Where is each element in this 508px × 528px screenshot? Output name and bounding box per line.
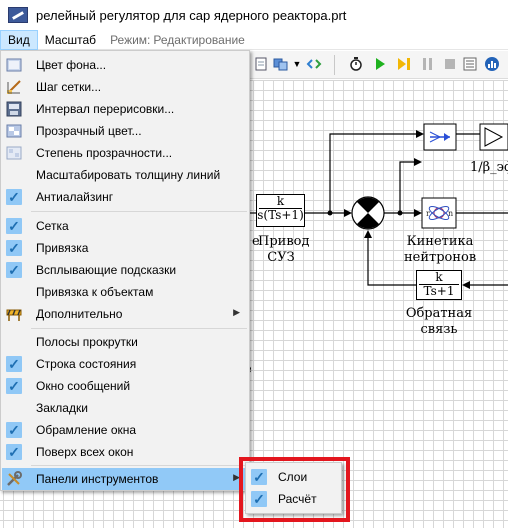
menu-item-label: Строка состояния xyxy=(36,357,137,371)
menu-item-redraw-interval[interactable]: Интервал перерисовки... xyxy=(2,98,248,120)
menu-item-message-window[interactable]: ✓ Окно сообщений xyxy=(2,375,248,397)
pause-icon[interactable] xyxy=(420,56,436,72)
step-icon[interactable] xyxy=(396,56,412,72)
menu-item-label: Сетка xyxy=(36,219,69,233)
link-icon[interactable] xyxy=(306,56,322,72)
menu-item-toolbars[interactable]: Панели инструментов ▶ xyxy=(2,468,248,490)
drive-denominator: s(Ts+1) xyxy=(257,208,304,222)
menu-item-label: Привязка xyxy=(36,241,89,255)
mode-value[interactable]: Редактирование xyxy=(153,30,251,50)
feedback-label-1: Обратная xyxy=(405,306,473,321)
menu-item-bookmarks[interactable]: Закладки xyxy=(2,397,248,419)
menu-item-snap[interactable]: ✓ Привязка xyxy=(2,237,248,259)
menu-item-label: Поверх всех окон xyxy=(36,445,134,459)
mode-label: Режим: xyxy=(110,32,151,47)
menu-item-transparent-color[interactable]: Прозрачный цвет... xyxy=(2,120,248,142)
app-icon xyxy=(8,7,28,23)
menu-item-grid[interactable]: ✓ Сетка xyxy=(2,215,248,237)
menu-item-snap-to-objects[interactable]: Привязка к объектам xyxy=(2,281,248,303)
stop-icon[interactable] xyxy=(442,56,458,72)
run-icon[interactable] xyxy=(372,56,388,72)
menu-item-label: Закладки xyxy=(36,401,88,415)
drive-label-1: Привод xyxy=(258,234,310,249)
menu-item-label: Окно сообщений xyxy=(36,379,131,393)
check-icon: ✓ xyxy=(6,444,22,460)
check-icon: ✓ xyxy=(6,262,22,278)
redraw-icon xyxy=(6,101,22,117)
menu-bar: Вид Масштаб Режим: Редактирование xyxy=(0,29,508,50)
submenu-arrow-icon: ▶ xyxy=(233,307,240,317)
menu-item-background-color[interactable]: Цвет фона... xyxy=(2,54,248,76)
menu-item-scrollbars[interactable]: Полосы прокрутки xyxy=(2,331,248,353)
background-color-icon xyxy=(6,57,22,73)
menu-item-status-bar[interactable]: ✓ Строка состояния xyxy=(2,353,248,375)
kinetics-output-letter: n xyxy=(448,209,454,218)
menu-item-antialiasing[interactable]: ✓ Антиалайзинг xyxy=(2,186,248,208)
menu-item-always-on-top[interactable]: ✓ Поверх всех окон xyxy=(2,441,248,463)
menu-item-label: Масштабировать толщину линий xyxy=(36,168,221,182)
menu-item-label: Привязка к объектам xyxy=(36,285,154,299)
menu-view[interactable]: Вид xyxy=(0,29,38,50)
menu-item-label: Прозрачный цвет... xyxy=(36,124,142,138)
drive-label-2: СУЗ xyxy=(267,250,295,265)
kinetics-label-1: Кинетика xyxy=(406,234,474,249)
menu-item-label: Панели инструментов xyxy=(36,472,159,486)
opacity-icon xyxy=(6,145,22,161)
menu-item-window-frame[interactable]: ✓ Обрамление окна xyxy=(2,419,248,441)
list-icon[interactable] xyxy=(462,56,478,72)
kinetics-label-2: нейтронов xyxy=(404,250,477,265)
kinetics-input-letter: r xyxy=(426,209,430,218)
feedback-numerator: k xyxy=(435,270,443,284)
tools-icon xyxy=(6,471,22,487)
timer-icon[interactable] xyxy=(348,56,364,72)
check-icon: ✓ xyxy=(6,218,22,234)
drive-block[interactable]: k s(Ts+1) xyxy=(256,194,305,227)
menu-item-label: Шаг сетки... xyxy=(36,80,102,94)
feedback-label-2: связь xyxy=(420,322,458,337)
menu-item-tooltips[interactable]: ✓ Всплывающие подсказки xyxy=(2,259,248,281)
menu-separator xyxy=(31,328,247,329)
barrier-icon xyxy=(6,306,22,322)
transparent-color-icon xyxy=(6,123,22,139)
view-menu: Цвет фона... Шаг сетки... Интервал перер… xyxy=(0,50,250,491)
check-icon: ✓ xyxy=(6,422,22,438)
feedback-denominator: Ts+1 xyxy=(423,284,455,298)
check-icon: ✓ xyxy=(6,378,22,394)
gain-label: 1/β_эф xyxy=(470,160,508,175)
grid-step-icon xyxy=(6,79,22,95)
title-bar: релейный регулятор для сар ядерного реак… xyxy=(0,0,508,30)
check-icon: ✓ xyxy=(6,189,22,205)
feedback-block[interactable]: k Ts+1 xyxy=(416,270,462,300)
menu-item-label: Всплывающие подсказки xyxy=(36,263,177,277)
menu-item-grid-step[interactable]: Шаг сетки... xyxy=(2,76,248,98)
menu-item-advanced[interactable]: Дополнительно ▶ xyxy=(2,303,248,325)
menu-item-opacity[interactable]: Степень прозрачности... xyxy=(2,142,248,164)
menu-separator xyxy=(31,465,247,466)
chart-icon[interactable] xyxy=(484,56,500,72)
highlight-box xyxy=(239,457,350,522)
window-title: релейный регулятор для сар ядерного реак… xyxy=(36,7,347,23)
menu-item-label: Интервал перерисовки... xyxy=(36,102,175,116)
menu-item-label: Цвет фона... xyxy=(36,58,107,72)
check-icon: ✓ xyxy=(6,356,22,372)
menu-item-scale-line-width[interactable]: Масштабировать толщину линий xyxy=(2,164,248,186)
check-icon: ✓ xyxy=(6,240,22,256)
menu-item-label: Дополнительно xyxy=(36,307,123,321)
menu-item-label: Полосы прокрутки xyxy=(36,335,138,349)
drive-numerator: k xyxy=(276,194,285,208)
dropdown-arrow-icon[interactable]: ▼ xyxy=(292,56,302,72)
menu-item-label: Обрамление окна xyxy=(36,423,137,437)
menu-scale[interactable]: Масштаб xyxy=(38,30,103,50)
menu-separator xyxy=(31,211,247,212)
layers-icon[interactable] xyxy=(273,56,289,72)
menu-item-label: Антиалайзинг xyxy=(36,190,114,204)
new-page-icon[interactable] xyxy=(253,56,269,72)
menu-item-label: Степень прозрачности... xyxy=(36,146,173,160)
